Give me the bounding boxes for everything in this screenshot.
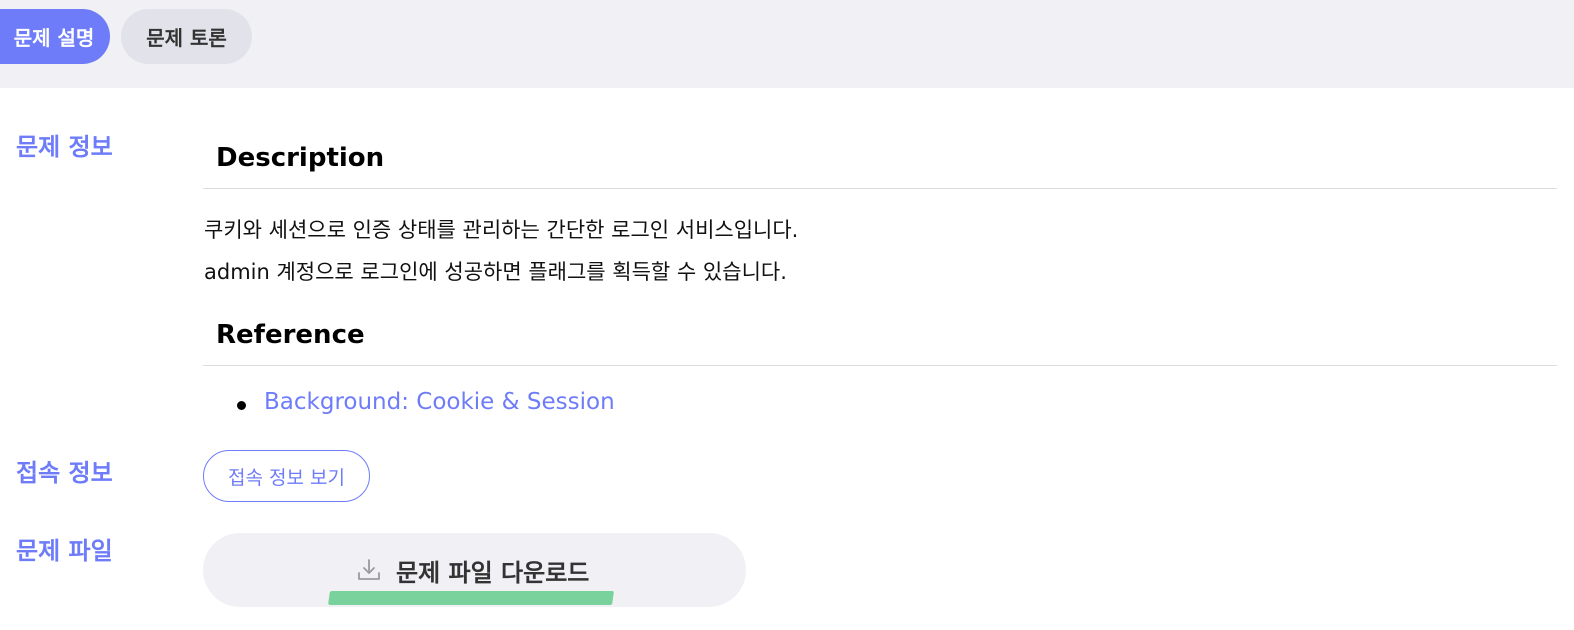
download-icon [358,559,380,580]
reference-heading: Reference [216,320,365,350]
description-heading: Description [216,143,385,173]
reference-link[interactable]: Background: Cookie & Session [264,389,615,415]
description-line-2: admin 계정으로 로그인에 성공하면 플래그를 획득할 수 있습니다. [204,260,787,284]
reference-divider [203,365,1557,366]
connection-info-label: 접속 정보 [16,459,113,487]
view-connection-info-button[interactable]: 접속 정보 보기 [203,450,370,502]
problem-info-label: 문제 정보 [16,133,113,161]
description-divider [203,188,1557,189]
download-label: 문제 파일 다운로드 [396,559,590,587]
highlight-mark [328,591,614,605]
tab-problem-discussion[interactable]: 문제 토론 [121,9,252,64]
top-tab-bar: 문제 설명 문제 토론 [0,0,1574,88]
description-line-1: 쿠키와 세션으로 인증 상태를 관리하는 간단한 로그인 서비스입니다. [204,218,799,242]
tab-problem-description[interactable]: 문제 설명 [0,9,110,64]
bullet-point [237,401,246,410]
problem-file-label: 문제 파일 [16,537,113,565]
